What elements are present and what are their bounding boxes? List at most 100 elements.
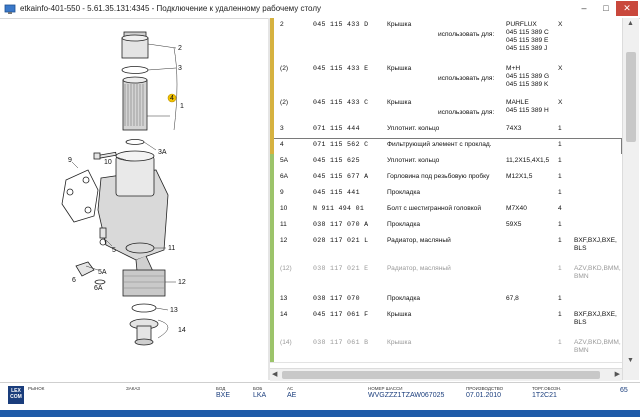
parts-row[interactable]: 11 038 117 070 A Прокладка 59X5 1 [270,218,622,235]
cooler-gasket-part [131,303,157,313]
horizontal-scrollbar[interactable]: ◀ ▶ [270,368,622,381]
part-position: 3 [280,125,284,132]
part-qty: 1 [558,141,562,148]
part-qty: X [558,65,563,72]
callout-5: 5 [112,247,116,254]
row-group-marker [270,96,274,122]
part-number: 045 115 433 C [313,99,369,106]
row-group-marker [270,62,274,96]
parts-row[interactable]: 10 N 911 494 01 Болт с шестигранной головк… [270,202,622,219]
callout-6: 6 [72,277,76,284]
parts-row[interactable]: 14 045 117 061 F Крышка 1 BXF,BXJ,BXE, BLS [270,308,622,337]
vertical-scrollbar[interactable]: ▲ ▼ [622,18,639,380]
part-qty: X [558,99,563,106]
parts-row[interactable]: (2) 045 115 433 E Крышка Xиспользовать для:… [270,62,622,97]
part-position: 11 [280,221,287,228]
part-name: Крышка [387,311,412,318]
part-position: 12 [280,237,288,244]
part-note: 67,8 [506,295,519,302]
filter-housing-part [97,150,169,291]
remote-desktop-icon [4,4,16,14]
parts-row[interactable]: (12) 038 117 021 E Радиатор, масляный 1 AZV,… [270,262,622,293]
use-for-brand: PURFLUX [506,21,537,28]
part-model-info: AZV,BKD,BMM, BMN [574,339,621,354]
parts-row[interactable]: (2) 045 115 433 C Крышка Xиспользовать для:… [270,96,622,123]
small-ring-part [125,139,145,145]
parts-row[interactable]: 13 038 117 070 Прокладка 67,8 1 [270,292,622,309]
use-for-code: 045 115 389 H [506,107,549,114]
part-number: 045 115 625 [313,157,360,164]
callout-14: 14 [178,327,186,334]
parts-row[interactable]: 3 071 115 444 Уплотнит. кольцо 74X3 1 [270,122,622,139]
callout-13: 13 [170,307,178,314]
row-group-marker [270,154,274,170]
part-name: Болт с шестигранной головкой [387,205,482,212]
part-qty: 1 [558,189,562,196]
row-group-marker [270,292,274,308]
parts-row[interactable]: 12 028 117 021 L Радиатор, масляный 1 BXF,BX… [270,234,622,263]
row-group-marker [270,262,274,292]
lexcom-logo: LEX COM [8,386,24,404]
parts-row[interactable]: 6A 045 115 677 A Горловина под резьбовую п… [270,170,622,187]
parts-row[interactable]: 9 045 115 441 Прокладка 1 [270,186,622,203]
scroll-thumb[interactable] [626,52,636,142]
scroll-left-icon[interactable]: ◀ [272,370,277,378]
status-field-gearbox: БОБ LKA [253,386,267,399]
parts-row[interactable]: 4 071 115 562 C Фильтрующий элемент с прок… [270,138,622,155]
part-note: M7X40 [506,205,527,212]
minimize-button[interactable]: – [574,1,594,16]
part-position: 2 [280,21,284,28]
status-field-engine: БОД BXE [216,386,231,399]
scroll-down-icon[interactable]: ▼ [627,357,634,364]
part-qty: 1 [558,125,562,132]
seal-ring-part [121,66,149,74]
status-field-extra: 65 [620,387,628,394]
status-field-market: РЫНОК [28,386,45,391]
maximize-button[interactable]: □ [596,1,616,16]
scroll-up-icon[interactable]: ▲ [627,20,634,27]
scroll-right-icon[interactable]: ▶ [615,370,620,378]
part-name: Горловина под резьбовую пробку [387,173,490,180]
parts-row[interactable]: (14) 038 117 061 B Крышка 1 AZV,BKD,BMM, BMN [270,336,622,363]
part-number: 038 117 070 [313,295,360,302]
part-name: Прокладка [387,295,421,302]
part-note: 74X3 [506,125,522,132]
oil-cooler-part [122,269,166,297]
use-for-brand: M+H [506,65,521,72]
part-model-info: AZV,BKD,BMM, BMN [574,265,621,280]
filter-element-part [122,76,148,131]
part-name: Прокладка [387,189,421,196]
part-number: 038 117 021 E [313,265,369,272]
part-number: 071 115 562 C [313,141,369,148]
part-name: Крышка [387,21,412,28]
part-position: 14 [280,311,288,318]
part-name: Радиатор, масляный [387,265,451,272]
parts-diagram: 2 1 3 3A 4 9 10 5 5A 6 6A 11 12 13 14 [61,31,186,346]
part-number: 071 115 444 [313,125,360,132]
part-number: 045 115 677 A [313,173,369,180]
part-number: 045 115 433 D [313,21,369,28]
window-title-bar: etkainfo-401-550 - 5.61.35.131:4345 - По… [0,0,640,19]
part-qty: 1 [558,157,562,164]
parts-row[interactable]: 2 045 115 433 D Крышка Xиспользовать для: PU… [270,18,622,63]
status-field-trade-code: ТОРГ.ОБОЗН. 1T2C21 [532,386,562,399]
status-field-ac: АС AE [287,386,297,399]
part-number: 038 117 061 B [313,339,369,346]
use-for-label: использовать для: [438,31,495,38]
close-button[interactable]: ✕ [616,1,638,16]
row-group-marker [270,138,274,154]
callout-12: 12 [178,279,186,286]
part-qty: 1 [558,237,562,244]
callout-9: 9 [68,157,72,164]
parts-row[interactable]: 5A 045 115 625 Уплотнит. кольцо 11,2X15,4X1… [270,154,622,171]
part-number: 045 115 441 [313,189,360,196]
callout-5a: 5A [98,269,107,276]
hscroll-thumb[interactable] [282,371,600,379]
part-number: 038 117 070 A [313,221,369,228]
row-group-marker [270,122,274,138]
part-position: (12) [280,265,292,272]
callout-3a: 3A [158,149,167,156]
part-name: Уплотнит. кольцо [387,125,440,132]
use-for-code: 045 115 389 G [506,73,550,80]
part-position: 5A [280,157,289,164]
